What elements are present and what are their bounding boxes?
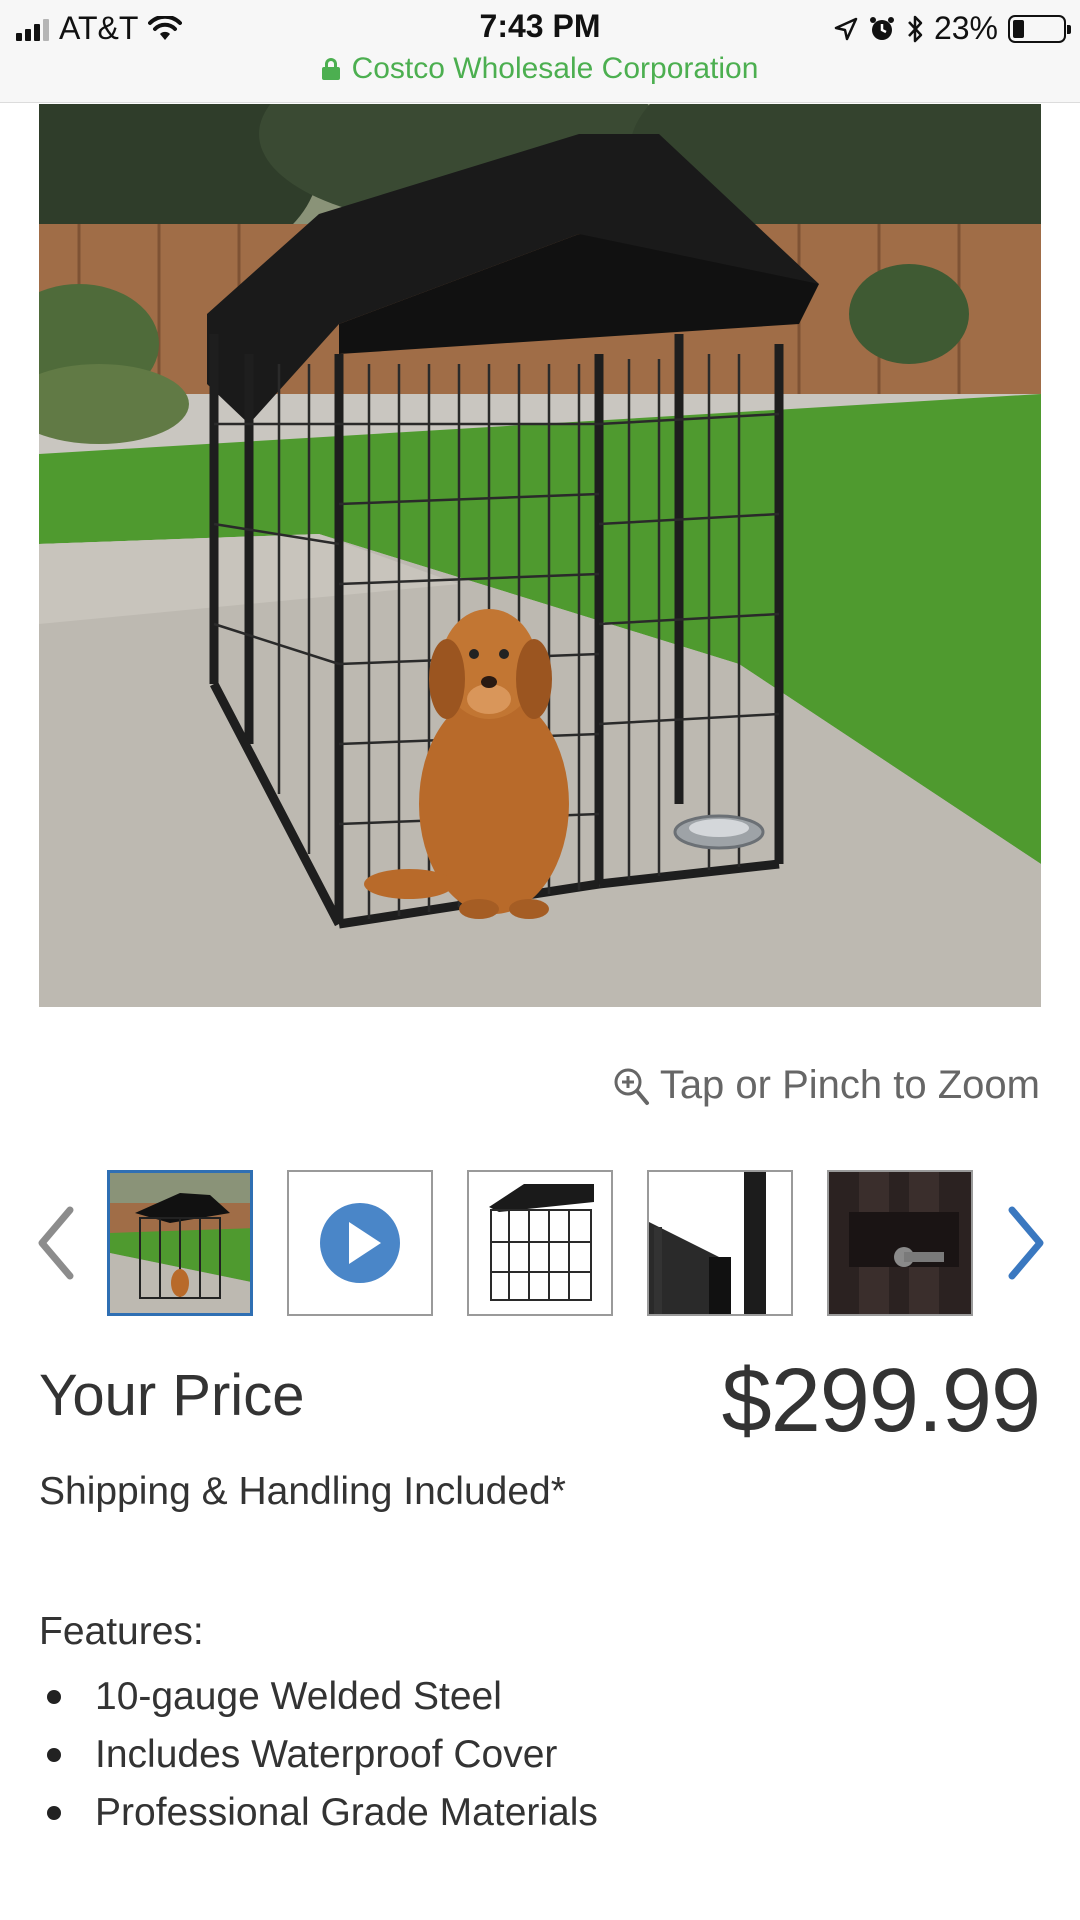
battery-percent: 23% (933, 10, 998, 46)
thumbnail-image (649, 1172, 791, 1314)
product-image[interactable] (39, 104, 1041, 1007)
thumbnail-latch-detail[interactable] (827, 1170, 973, 1316)
features-list: 10-gauge Welded Steel Includes Waterproo… (39, 1668, 598, 1842)
play-icon (320, 1203, 400, 1283)
feature-text: 10-gauge Welded Steel (95, 1675, 502, 1718)
alarm-icon (869, 16, 894, 40)
thumbnail-carousel (0, 1170, 1080, 1316)
thumbnail-image (469, 1172, 611, 1314)
status-bar: AT&T 7:43 PM 23% Costco Wholesale Corpor… (0, 0, 1080, 103)
feature-text: Includes Waterproof Cover (95, 1733, 558, 1776)
thumbnail-video[interactable] (287, 1170, 433, 1316)
chevron-left-icon[interactable] (32, 1198, 82, 1288)
thumbnail-main-photo[interactable] (107, 1170, 253, 1316)
location-arrow-icon (834, 17, 858, 40)
url-bar[interactable]: Costco Wholesale Corporation (0, 52, 1080, 86)
bullet-icon (47, 1806, 61, 1820)
features-title: Features: (39, 1610, 204, 1653)
dog-kennel-photo (39, 104, 1041, 1007)
chevron-right-icon[interactable] (1000, 1198, 1050, 1288)
thumbnail-corner-detail[interactable] (647, 1170, 793, 1316)
thumbnail-kennel-studio[interactable] (467, 1170, 613, 1316)
url-text: Costco Wholesale Corporation (351, 52, 759, 85)
price-label: Your Price (39, 1363, 305, 1428)
status-right: 23% (834, 10, 1071, 47)
list-item: 10-gauge Welded Steel (39, 1668, 598, 1726)
bullet-icon (47, 1748, 61, 1762)
list-item: Includes Waterproof Cover (39, 1726, 598, 1784)
feature-text: Professional Grade Materials (95, 1791, 598, 1834)
shipping-note: Shipping & Handling Included* (39, 1470, 566, 1513)
bluetooth-icon (908, 15, 923, 42)
zoom-in-icon (614, 1068, 649, 1105)
bullet-icon (47, 1690, 61, 1704)
zoom-hint-text: Tap or Pinch to Zoom (659, 1063, 1040, 1107)
zoom-hint[interactable]: Tap or Pinch to Zoom (612, 1063, 1040, 1108)
lock-icon (321, 58, 340, 80)
list-item: Professional Grade Materials (39, 1784, 598, 1842)
thumbnail-image (110, 1173, 250, 1313)
price-row: Your Price $299.99 (39, 1350, 1041, 1451)
battery-icon (1008, 14, 1071, 43)
price-value: $299.99 (721, 1351, 1041, 1451)
thumbnail-image (829, 1172, 971, 1314)
